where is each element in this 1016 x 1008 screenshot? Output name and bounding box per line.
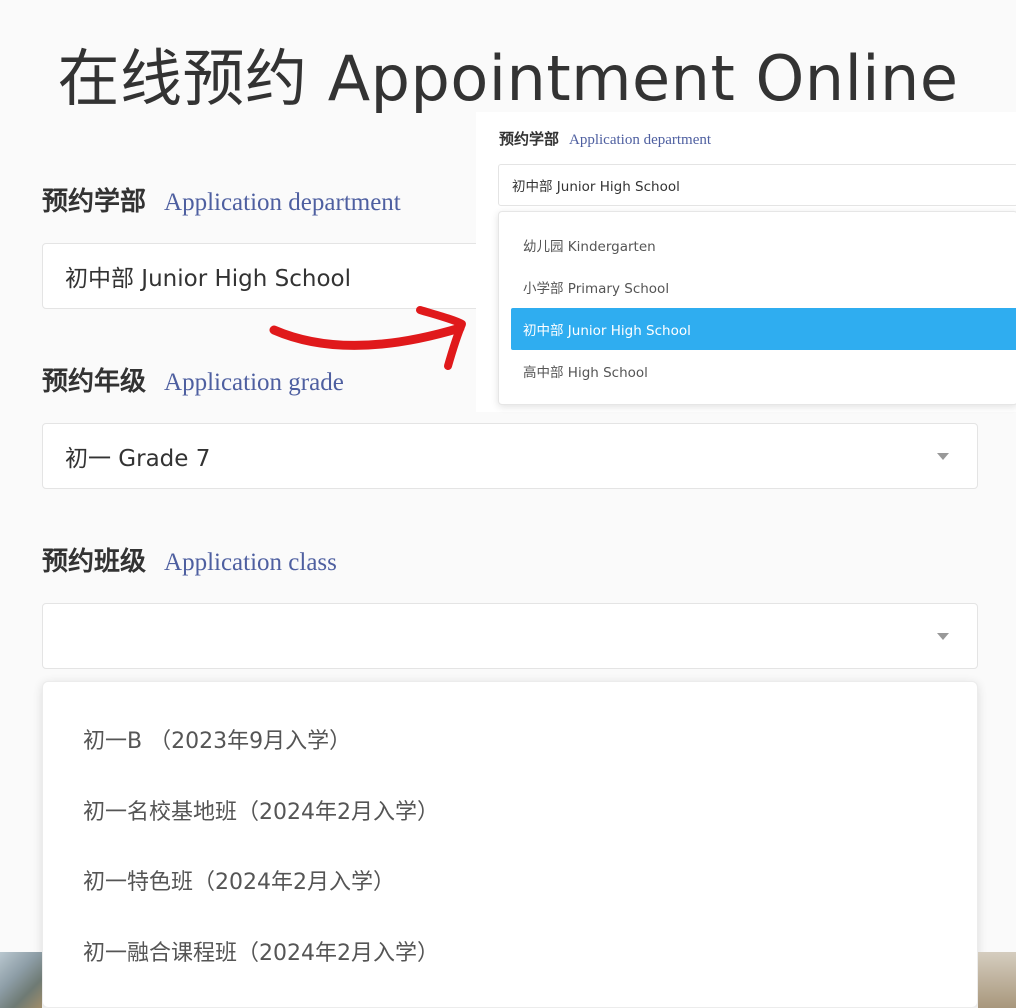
class-label-en: Application class [164,549,337,576]
class-option[interactable]: 初一名校基地班（2024年2月入学） [43,775,977,846]
department-label: 预约学部 Application department [42,181,401,218]
chevron-down-icon[interactable] [937,633,949,640]
inset-label-zh: 预约学部 [499,130,560,148]
class-option[interactable]: 初一B （2023年9月入学） [43,704,977,775]
grade-label-zh: 预约年级 [42,367,147,397]
department-label-zh: 预约学部 [42,187,147,217]
class-label: 预约班级 Application class [42,541,337,578]
inset-department-dropdown: 幼儿园 Kindergarten 小学部 Primary School 初中部 … [498,211,1016,405]
class-label-zh: 预约班级 [42,547,147,577]
inset-option-kindergarten[interactable]: 幼儿园 Kindergarten [499,224,1016,266]
class-option[interactable]: 初一融合课程班（2024年2月入学） [43,916,977,987]
department-select-value: 初中部 Junior High School [65,266,352,292]
inset-option-primary[interactable]: 小学部 Primary School [499,266,1016,308]
class-dropdown-menu: 初一B （2023年9月入学） 初一名校基地班（2024年2月入学） 初一特色班… [42,681,978,1008]
background-photo-edge [978,952,1016,1008]
class-select[interactable] [42,603,978,669]
department-label-en: Application department [164,189,401,216]
inset-department-label: 预约学部 Application department [499,128,711,149]
inset-label-en: Application department [569,132,712,148]
class-option[interactable]: 初一特色班（2024年2月入学） [43,845,977,916]
grade-select[interactable]: 初一 Grade 7 [42,423,978,489]
inset-select-value: 初中部 Junior High School [512,179,680,195]
background-photo-edge [0,952,42,1008]
page-title: 在线预约 Appointment Online [57,42,959,115]
annotation-arrow-icon [269,306,466,370]
inset-department-screenshot: 预约学部 Application department 初中部 Junior H… [476,112,1016,412]
inset-option-junior-high-selected[interactable]: 初中部 Junior High School [511,308,1016,350]
inset-department-select[interactable]: 初中部 Junior High School [498,164,1016,206]
grade-select-value: 初一 Grade 7 [65,446,211,472]
chevron-down-icon[interactable] [937,453,949,460]
inset-option-high-school[interactable]: 高中部 High School [499,350,1016,392]
